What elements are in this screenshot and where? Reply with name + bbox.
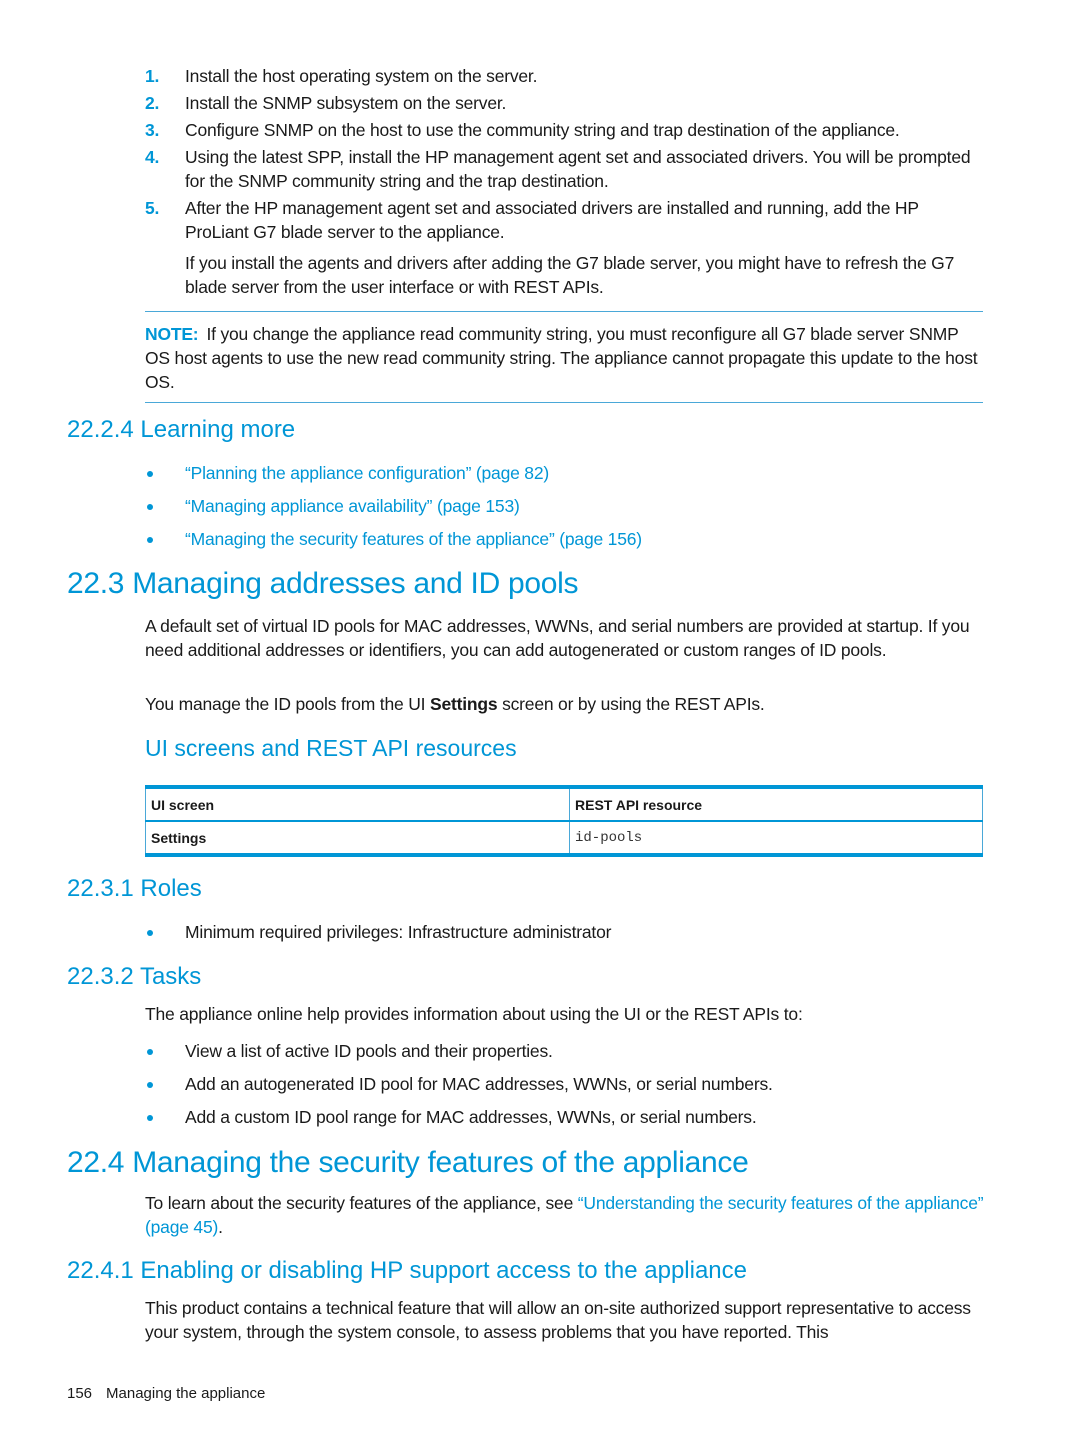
step-number: 3. <box>145 120 160 140</box>
xref-link[interactable]: “Managing appliance availability” (page … <box>185 496 520 516</box>
xref-link[interactable]: “Managing the security features of the a… <box>185 529 642 549</box>
security-intro: To learn about the security features of … <box>145 1191 985 1239</box>
list-item: Add a custom ID pool range for MAC addre… <box>145 1105 985 1129</box>
cell-rest-resource: id-pools <box>569 820 983 856</box>
bullet-icon <box>147 1082 153 1088</box>
bullet-icon <box>147 471 153 477</box>
roles-list: Minimum required privileges: Infrastruct… <box>145 920 985 953</box>
heading-ui-rest: UI screens and REST API resources <box>145 735 517 761</box>
text-run: You manage the ID pools from the UI <box>145 694 430 714</box>
heading-22-4-1: 22.4.1 Enabling or disabling HP support … <box>67 1257 748 1284</box>
step-text: Install the SNMP subsystem on the server… <box>185 93 507 113</box>
bullet-icon <box>147 1049 153 1055</box>
chapter-title: Managing the appliance <box>106 1385 266 1402</box>
support-access-para: This product contains a technical featur… <box>145 1298 971 1342</box>
list-item: Add an autogenerated ID pool for MAC add… <box>145 1072 985 1096</box>
note-text: If you change the appliance read communi… <box>145 324 978 392</box>
heading-roles: 22.3.1 Roles <box>67 875 202 902</box>
heading-learning-more: 22.2.4 Learning more <box>67 416 296 443</box>
settings-bold: Settings <box>429 694 498 714</box>
list-item: “Managing appliance availability” (page … <box>145 494 985 518</box>
step-item: 5. After the HP management agent set and … <box>145 196 985 244</box>
bullet-icon <box>147 537 153 543</box>
table-header-row: UI screen REST API resource <box>145 786 983 822</box>
heading-22-3: 22.3 Managing addresses and ID pools <box>67 567 579 600</box>
list-item: Minimum required privileges: Infrastruct… <box>145 920 985 944</box>
learning-more-links: “Planning the appliance configuration” (… <box>145 461 985 560</box>
step-number: 4. <box>145 147 160 167</box>
bullet-icon <box>147 504 153 510</box>
note-label: NOTE: <box>145 324 199 344</box>
list-item: View a list of active ID pools and their… <box>145 1039 985 1063</box>
id-pools-manage: You manage the ID pools from the UI Sett… <box>145 692 985 716</box>
cell-ui-screen: Settings <box>145 820 570 856</box>
step-text: Install the host operating system on the… <box>185 66 538 86</box>
document-page: 1. Install the host operating system on t… <box>0 0 1080 1438</box>
text-run: . <box>218 1217 223 1237</box>
text-run: To learn about the security features of … <box>145 1193 578 1213</box>
list-item: “Managing the security features of the a… <box>145 527 985 551</box>
task-text: View a list of active ID pools and their… <box>185 1041 553 1061</box>
bullet-icon <box>147 1115 153 1121</box>
ui-rest-table: UI screen REST API resource Settings id-… <box>145 785 983 857</box>
tasks-intro: The appliance online help provides infor… <box>145 1004 803 1024</box>
xref-link[interactable]: “Planning the appliance configuration” (… <box>185 463 549 483</box>
header-ui-screen: UI screen <box>145 786 570 822</box>
bullet-icon <box>147 930 153 936</box>
step-item: 1. Install the host operating system on t… <box>145 64 985 88</box>
step-text: After the HP management agent set and as… <box>185 198 919 242</box>
role-text: Minimum required privileges: Infrastruct… <box>185 922 612 942</box>
step-number: 2. <box>145 93 160 113</box>
note-box: NOTE: If you change the appliance read co… <box>145 311 983 403</box>
heading-tasks: 22.3.2 Tasks <box>67 963 202 990</box>
task-text: Add an autogenerated ID pool for MAC add… <box>185 1074 773 1094</box>
page-number: 156 <box>67 1385 93 1402</box>
tasks-list: View a list of active ID pools and their… <box>145 1039 985 1138</box>
step5-followup: If you install the agents and drivers af… <box>185 253 955 297</box>
step-text: Configure SNMP on the host to use the co… <box>185 120 900 140</box>
step-item: 2. Install the SNMP subsystem on the serv… <box>145 91 985 115</box>
step-number: 1. <box>145 66 160 86</box>
page-footer: 156 Managing the appliance <box>67 1385 265 1402</box>
step-number: 5. <box>145 198 160 218</box>
header-rest-resource: REST API resource <box>569 786 983 822</box>
step-text: Using the latest SPP, install the HP man… <box>185 147 971 191</box>
text-run: screen or by using the REST APIs. <box>497 694 765 714</box>
task-text: Add a custom ID pool range for MAC addre… <box>185 1107 757 1127</box>
step-item: 3. Configure SNMP on the host to use the … <box>145 118 985 142</box>
heading-22-4: 22.4 Managing the security features of t… <box>67 1146 749 1179</box>
step-item: 4. Using the latest SPP, install the HP m… <box>145 145 985 193</box>
install-steps-list: 1. Install the host operating system on t… <box>145 64 985 247</box>
id-pools-intro: A default set of virtual ID pools for MA… <box>145 616 970 660</box>
table-row: Settings id-pools <box>145 820 983 856</box>
list-item: “Planning the appliance configuration” (… <box>145 461 985 485</box>
